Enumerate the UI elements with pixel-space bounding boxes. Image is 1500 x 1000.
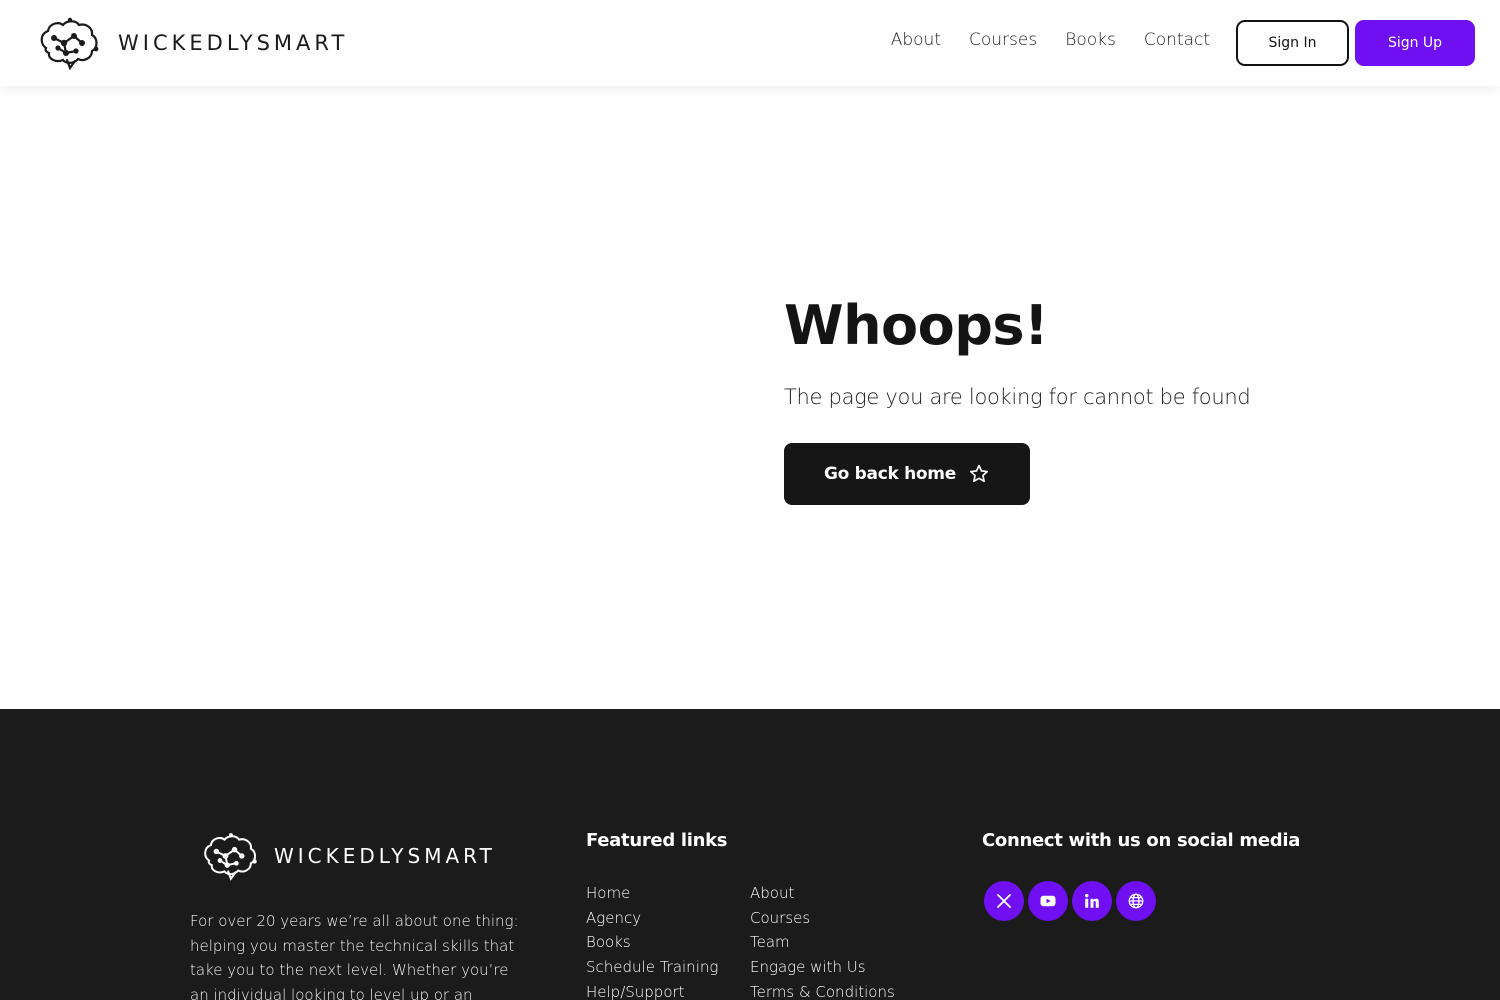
footer-link-engage[interactable]: Engage with Us (750, 958, 866, 976)
main-content: Whoops! The page you are looking for can… (0, 86, 1500, 709)
brain-logo-icon (204, 833, 257, 881)
sign-up-button[interactable]: Sign Up (1355, 20, 1475, 66)
nav-link-books[interactable]: Books (1065, 30, 1116, 50)
list-item: Books (586, 930, 718, 955)
list-item: Schedule Training (586, 955, 718, 980)
social-x-link[interactable] (984, 881, 1024, 921)
footer-about-text: For over 20 years we’re all about one th… (190, 912, 519, 1000)
list-item: Agency (586, 906, 718, 931)
error-section: Whoops! The page you are looking for can… (784, 291, 1251, 505)
site-footer: WICKEDLYSMART For over 20 years we’re al… (0, 709, 1500, 1000)
nav-link-about[interactable]: About (891, 30, 941, 50)
social-heading: Connect with us on social media (982, 830, 1301, 851)
footer-link-books[interactable]: Books (586, 933, 631, 951)
x-icon (997, 894, 1011, 908)
featured-links-col2: About Courses Team Engage with Us Terms … (750, 881, 895, 1000)
go-back-home-button[interactable]: Go back home (784, 443, 1030, 505)
footer-link-team[interactable]: Team (750, 933, 790, 951)
footer-link-agency[interactable]: Agency (586, 909, 641, 927)
list-item: Engage with Us (750, 955, 895, 980)
footer-link-about[interactable]: About (750, 884, 794, 902)
footer-link-help-support[interactable]: Help/Support (586, 983, 685, 1000)
list-item: About (750, 881, 895, 906)
footer-link-terms[interactable]: Terms & Conditions (750, 983, 895, 1000)
list-item: Courses (750, 906, 895, 931)
nav-link-courses[interactable]: Courses (969, 30, 1037, 50)
logo-wordmark: WICKEDLYSMART (118, 31, 349, 55)
footer-logo[interactable]: WICKEDLYSMART (200, 831, 496, 881)
youtube-icon (1040, 895, 1056, 907)
nav-link-contact[interactable]: Contact (1144, 30, 1210, 50)
featured-links-heading: Featured links (586, 830, 728, 851)
list-item: Team (750, 930, 895, 955)
page-title: Whoops! (784, 294, 1049, 357)
globe-icon (1128, 893, 1144, 909)
sign-in-button[interactable]: Sign In (1236, 20, 1349, 66)
footer-logo-wordmark: WICKEDLYSMART (274, 844, 496, 868)
social-youtube-link[interactable] (1028, 881, 1068, 921)
social-linkedin-link[interactable] (1072, 881, 1112, 921)
linkedin-icon (1085, 893, 1099, 908)
brain-logo-icon (40, 17, 99, 70)
main-nav: About Courses Books Contact (891, 30, 1210, 50)
list-item: Terms & Conditions (750, 980, 895, 1000)
go-back-home-label: Go back home (824, 464, 956, 484)
footer-link-schedule-training[interactable]: Schedule Training (586, 958, 718, 976)
social-links (984, 881, 1156, 921)
list-item: Help/Support (586, 980, 718, 1000)
social-website-link[interactable] (1116, 881, 1156, 921)
error-message: The page you are looking for cannot be f… (784, 385, 1251, 409)
list-item: Home (586, 881, 718, 906)
site-header: WICKEDLYSMART About Courses Books Contac… (0, 0, 1500, 86)
featured-links-col1: Home Agency Books Schedule Training Help… (586, 881, 718, 1000)
footer-link-courses[interactable]: Courses (750, 909, 810, 927)
logo-link[interactable]: WICKEDLYSMART (36, 16, 348, 70)
footer-link-home[interactable]: Home (586, 884, 630, 902)
star-icon (969, 464, 989, 483)
